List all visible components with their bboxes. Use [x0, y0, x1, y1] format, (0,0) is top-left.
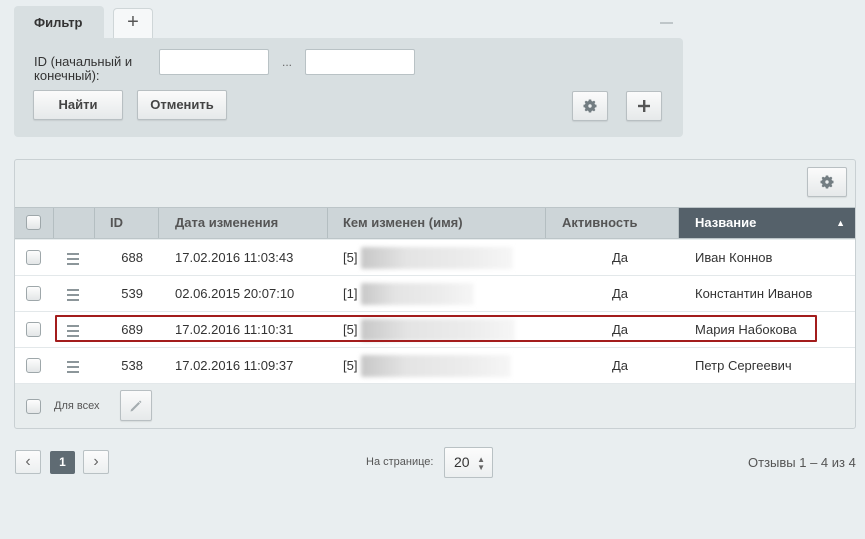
cell-id: 689 — [121, 322, 143, 337]
table-row[interactable]: 688 17.02.2016 11:03:43 [5] Да Иван Конн… — [15, 240, 855, 276]
row-menu-icon[interactable] — [67, 253, 79, 268]
header-name-label: Название — [695, 215, 757, 230]
header-changed-by[interactable]: Кем изменен (имя) — [328, 208, 546, 238]
collapse-icon[interactable] — [660, 22, 673, 24]
redacted-name — [361, 355, 511, 377]
sort-asc-icon: ▲ — [836, 218, 845, 228]
redacted-name — [361, 283, 474, 305]
header-date[interactable]: Дата изменения — [159, 208, 328, 238]
table-row[interactable]: 689 17.02.2016 11:10:31 [5] Да Мария Наб… — [15, 312, 855, 348]
row-checkbox[interactable] — [26, 358, 41, 373]
cell-name: Петр Сергеевич — [695, 358, 792, 373]
chevron-right-icon: › — [93, 453, 99, 470]
grid-header: ID Дата изменения Кем изменен (имя) Акти… — [15, 207, 855, 239]
id-to-input[interactable] — [305, 49, 415, 75]
per-page-label: На странице: — [366, 456, 434, 468]
cell-name: Константин Иванов — [695, 286, 813, 301]
next-page-button[interactable]: › — [83, 450, 109, 474]
cell-changed-by: [5] — [343, 358, 358, 373]
table-row[interactable]: 539 02.06.2015 20:07:10 [1] Да Константи… — [15, 276, 855, 312]
header-select-all — [15, 208, 54, 238]
cell-changed-by: [5] — [343, 250, 358, 265]
cell-active: Да — [611, 286, 629, 301]
cell-date: 17.02.2016 11:03:43 — [175, 250, 294, 265]
cell-date: 17.02.2016 11:09:37 — [175, 358, 294, 373]
prev-page-button[interactable]: ‹ — [15, 450, 41, 474]
cell-id: 688 — [121, 250, 143, 265]
gear-icon — [583, 99, 597, 113]
per-page-select[interactable]: 20 ▲ ▼ — [444, 447, 493, 478]
gear-icon — [820, 175, 834, 189]
header-active[interactable]: Активность — [546, 208, 679, 238]
header-name[interactable]: Название ▲ — [679, 208, 855, 238]
redacted-name — [361, 319, 515, 341]
filter-panel: ID (начальный и конечный): ... Найти Отм… — [14, 38, 683, 137]
row-checkbox[interactable] — [26, 322, 41, 337]
cell-date: 17.02.2016 11:10:31 — [175, 322, 294, 337]
grid-panel: ID Дата изменения Кем изменен (имя) Акти… — [14, 159, 856, 429]
pencil-icon — [130, 400, 142, 411]
row-menu-icon[interactable] — [67, 289, 79, 304]
add-filter-field-button[interactable] — [626, 91, 662, 121]
cancel-button[interactable]: Отменить — [137, 90, 227, 120]
for-all-checkbox[interactable] — [26, 399, 41, 414]
records-summary: Отзывы 1 – 4 из 4 — [748, 455, 856, 470]
edit-button[interactable] — [120, 390, 152, 421]
header-id[interactable]: ID — [95, 208, 159, 238]
row-checkbox[interactable] — [26, 250, 41, 265]
select-all-checkbox[interactable] — [26, 215, 41, 230]
row-checkbox[interactable] — [26, 286, 41, 301]
id-from-input[interactable] — [159, 49, 269, 75]
cell-name: Мария Набокова — [695, 322, 797, 337]
per-page-value: 20 — [454, 454, 470, 470]
cell-id: 539 — [121, 286, 143, 301]
redacted-name — [361, 247, 513, 269]
cell-changed-by: [1] — [343, 286, 358, 301]
filter-tab[interactable]: Фильтр — [14, 6, 104, 40]
filter-settings-button[interactable] — [572, 91, 608, 121]
row-menu-icon[interactable] — [67, 361, 79, 376]
chevron-left-icon: ‹ — [25, 453, 31, 470]
cell-changed-by: [5] — [343, 322, 358, 337]
id-range-label: ID (начальный и конечный): — [34, 54, 133, 83]
cell-date: 02.06.2015 20:07:10 — [175, 286, 295, 301]
cell-active: Да — [611, 322, 629, 337]
header-actions — [54, 208, 95, 238]
plus-icon — [638, 100, 650, 112]
row-menu-icon[interactable] — [67, 325, 79, 340]
cell-active: Да — [611, 250, 629, 265]
updown-arrows-icon: ▲ ▼ — [477, 455, 485, 472]
current-page[interactable]: 1 — [50, 451, 75, 474]
for-all-label: Для всех — [54, 400, 100, 412]
table-row[interactable]: 538 17.02.2016 11:09:37 [5] Да Петр Серг… — [15, 348, 855, 384]
cell-id: 538 — [121, 358, 143, 373]
add-filter-tab-button[interactable]: + — [113, 8, 153, 38]
grid-settings-button[interactable] — [807, 167, 847, 197]
find-button[interactable]: Найти — [33, 90, 123, 120]
cell-name: Иван Коннов — [695, 250, 773, 265]
range-separator: ... — [282, 55, 293, 69]
cell-active: Да — [611, 358, 629, 373]
